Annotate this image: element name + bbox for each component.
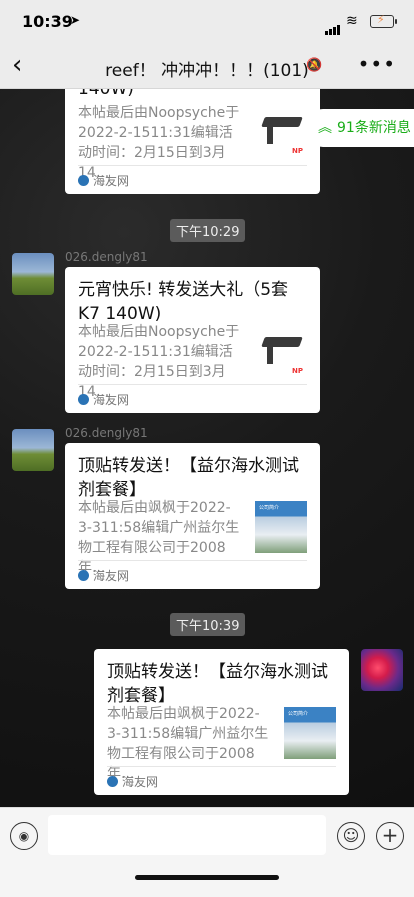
link-card[interactable]: 140W) 本帖最后由Noopsyche于2022-2-1511:31编辑活动时…: [65, 89, 320, 194]
mute-icon: 🔕: [306, 58, 323, 73]
sender-name: 026.dengly81: [65, 426, 148, 440]
card-source: 海友网: [78, 567, 129, 584]
card-body: 本帖最后由飒枫于2022-3-311:58编辑广州益尔生物工程有限公司于2008…: [107, 706, 269, 782]
avatar[interactable]: [12, 429, 54, 471]
wifi-icon: ≋: [346, 13, 358, 29]
chat-area[interactable]: 140W) 本帖最后由Noopsyche于2022-2-1511:31编辑活动时…: [0, 89, 414, 807]
status-bar: 10:39 ➤ ≋ ⚡: [0, 0, 414, 44]
link-card[interactable]: 顶贴转发送！【益尔海水测试剂套餐】 本帖最后由飒枫于2022-3-311:58编…: [94, 649, 349, 795]
sender-name: 026.dengly81: [65, 250, 148, 264]
voice-input-icon[interactable]: ◉: [10, 822, 38, 850]
card-body: 本帖最后由Noopsyche于2022-2-1511:31编辑活动时间：2月15…: [78, 324, 240, 400]
new-messages-button[interactable]: ︽ 91条新消息: [304, 109, 414, 147]
avatar[interactable]: [12, 253, 54, 295]
status-time: 10:39: [22, 12, 73, 31]
card-body: 本帖最后由Noopsyche于2022-2-1511:31编辑活动时间：2月15…: [78, 105, 240, 181]
timestamp: 下午10:39: [170, 613, 246, 636]
source-logo-icon: [78, 394, 89, 405]
message-input[interactable]: [48, 815, 326, 855]
home-indicator: [135, 875, 279, 880]
source-logo-icon: [107, 776, 118, 787]
source-logo-icon: [78, 570, 89, 581]
emoji-icon[interactable]: ☺: [337, 822, 365, 850]
chat-title: reef！ 冲冲冲！！！(101): [105, 61, 309, 81]
battery-icon: ⚡: [370, 13, 397, 28]
signal-icon: [325, 16, 341, 35]
card-thumbnail: NP: [255, 107, 307, 159]
plus-icon[interactable]: +: [376, 822, 404, 850]
card-source: 海友网: [107, 773, 158, 790]
card-thumbnail: NP: [255, 327, 307, 379]
card-source: 海友网: [78, 172, 129, 189]
card-title: 顶贴转发送！【益尔海水测试剂套餐】: [78, 456, 299, 500]
link-card[interactable]: 顶贴转发送！【益尔海水测试剂套餐】 本帖最后由飒枫于2022-3-311:58编…: [65, 443, 320, 589]
card-title: 元宵快乐! 转发送大礼（5套K7 140W): [78, 280, 289, 324]
card-body: 本帖最后由飒枫于2022-3-311:58编辑广州益尔生物工程有限公司于2008…: [78, 500, 240, 576]
source-logo-icon: [78, 175, 89, 186]
location-icon: ➤: [70, 13, 81, 27]
card-source: 海友网: [78, 391, 129, 408]
card-thumbnail: 公司简介: [255, 501, 307, 553]
card-title: 顶贴转发送！【益尔海水测试剂套餐】: [107, 662, 328, 706]
chat-header: ‹ reef！ 冲冲冲！！！(101) 🔕 •••: [0, 44, 414, 89]
card-title: 140W): [78, 89, 134, 99]
double-chevron-up-icon: ︽: [318, 120, 332, 136]
link-card[interactable]: 元宵快乐! 转发送大礼（5套K7 140W) 本帖最后由Noopsyche于20…: [65, 267, 320, 413]
avatar[interactable]: [361, 649, 403, 691]
more-options-icon[interactable]: •••: [358, 52, 396, 76]
timestamp: 下午10:29: [170, 219, 246, 242]
input-bar: ◉ ☺ +: [0, 807, 414, 897]
card-thumbnail: 公司简介: [284, 707, 336, 759]
